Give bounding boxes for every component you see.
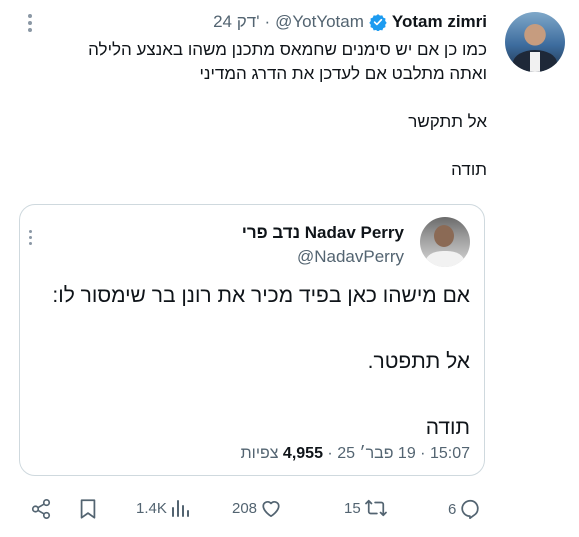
- quoted-author-handle[interactable]: @NadavPerry: [297, 247, 404, 267]
- quoted-avatar-body: [426, 251, 464, 267]
- quoted-tweet-card[interactable]: נדב פרי Nadav Perry @NadavPerry אם מישהו…: [19, 204, 485, 476]
- author-name[interactable]: Yotam zimri: [392, 12, 487, 32]
- like-button[interactable]: 208: [232, 498, 282, 518]
- repost-icon: [364, 499, 387, 517]
- verified-badge-icon: [369, 13, 387, 31]
- quoted-line: אם מישהו כאן בפיד מכיר את רונן בר שימסור…: [52, 284, 470, 307]
- quoted-views-count: 4,955: [282, 445, 323, 462]
- views-button[interactable]: 1.4K: [136, 498, 190, 518]
- tweet-action-bar: 1.4K 208 15 6: [0, 494, 579, 526]
- tweet-line: כמו כן אם יש סימנים שחמאס מתכנן משהו באנ…: [88, 40, 487, 59]
- heart-icon: [262, 501, 280, 518]
- author-avatar[interactable]: [505, 12, 565, 72]
- quoted-line: אל תתפטר.: [367, 350, 470, 373]
- views-count: 1.4K: [136, 499, 167, 517]
- tweet-header: Yotam zimri @YotYotam · 24 דק': [213, 12, 487, 32]
- tweet-time[interactable]: 24 דק': [213, 12, 259, 32]
- share-button[interactable]: [30, 498, 52, 520]
- tweet-line: ואתה מתלבט אם לעדכן את הדרג המדיני: [199, 64, 487, 83]
- reply-count: 6: [448, 500, 457, 518]
- meta-separator: ·: [322, 445, 333, 462]
- author-handle[interactable]: @YotYotam: [275, 12, 364, 32]
- more-options-icon[interactable]: [28, 14, 32, 32]
- share-icon: [31, 499, 51, 519]
- quoted-time[interactable]: 15:07: [430, 445, 470, 462]
- quoted-views-label: צפיות: [240, 445, 279, 462]
- quoted-avatar-head: [434, 225, 454, 247]
- bookmark-icon: [80, 499, 96, 519]
- quoted-author-avatar[interactable]: [420, 217, 470, 267]
- tweet-text: כמו כן אם יש סימנים שחמאס מתכנן משהו באנ…: [17, 38, 487, 182]
- avatar-shirt: [530, 52, 540, 72]
- meta-separator: ·: [415, 445, 426, 462]
- like-count: 208: [232, 499, 258, 517]
- header-separator: ·: [264, 12, 271, 31]
- reply-button[interactable]: 6: [448, 498, 481, 520]
- quoted-tweet-meta: 15:07 · 19 פבר׳ 25 · 4,955 צפיות: [241, 445, 470, 463]
- tweet-line: תודה: [451, 160, 487, 179]
- quoted-author-name[interactable]: נדב פרי Nadav Perry: [242, 223, 404, 243]
- tweet-line: אל תתקשר: [408, 112, 487, 131]
- quoted-more-options-icon[interactable]: [29, 230, 32, 245]
- reply-icon: [461, 499, 480, 520]
- quoted-line: תודה: [425, 416, 470, 439]
- quoted-tweet-text: אם מישהו כאן בפיד מכיר את רונן בר שימסור…: [30, 282, 470, 442]
- bookmark-button[interactable]: [78, 498, 98, 520]
- quoted-date[interactable]: 19 פבר׳ 25: [337, 445, 416, 462]
- repost-button[interactable]: 15: [344, 498, 388, 518]
- views-icon: [171, 500, 189, 517]
- repost-count: 15: [344, 499, 361, 517]
